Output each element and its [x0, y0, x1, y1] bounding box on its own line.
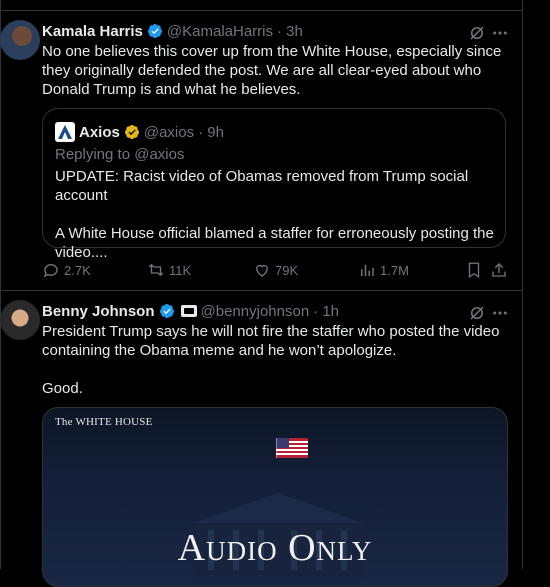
- affiliate-badge-icon: [180, 305, 197, 317]
- grok-icon[interactable]: [468, 24, 486, 42]
- tweet1-text: No one believes this cover up from the W…: [42, 43, 502, 98]
- flag-icon: [276, 438, 308, 458]
- divider-top: [0, 10, 523, 11]
- reply-count: 2.7K: [64, 262, 91, 278]
- quoted-tweet[interactable]: Axios @axios · 9h Replying to @axios UPD…: [42, 108, 506, 261]
- avatar-benny-johnson[interactable]: [0, 300, 40, 340]
- author-handle[interactable]: @bennyjohnson: [201, 303, 310, 320]
- views-button[interactable]: 1.7M: [358, 261, 409, 279]
- verified-badge-icon: [159, 304, 174, 319]
- repost-icon: [148, 263, 164, 277]
- media-title: Audio Only: [177, 527, 373, 569]
- divider: [0, 290, 523, 291]
- like-count: 79K: [275, 262, 299, 278]
- axios-logo-icon: [55, 122, 75, 142]
- more-icon[interactable]: [491, 24, 509, 42]
- views-icon: [361, 264, 374, 276]
- quote-text: UPDATE: Racist video of Obamas removed f…: [55, 168, 494, 261]
- reply-icon: [43, 264, 58, 278]
- views-count: 1.7M: [380, 262, 409, 278]
- more-icon[interactable]: [491, 304, 509, 322]
- quote-header: Axios @axios · 9h: [79, 122, 224, 142]
- tweet2-text: President Trump says he will not fire th…: [42, 323, 500, 397]
- replying-to: Replying to @axios: [55, 146, 184, 163]
- bookmark-icon[interactable]: [465, 261, 483, 279]
- reply-button[interactable]: 2.7K: [42, 261, 91, 279]
- column-border-left: [0, 0, 1, 569]
- replying-to-label: Replying to: [55, 146, 131, 163]
- share-icon[interactable]: [490, 261, 508, 279]
- column-border-right: [522, 0, 523, 569]
- tweet2-media[interactable]: The WHITE HOUSE Audio Only: [42, 407, 508, 587]
- author-name[interactable]: Benny Johnson: [42, 303, 155, 320]
- tweet2-header: Benny Johnson @bennyjohnson · 1h: [42, 301, 339, 321]
- replying-to-handle: @axios: [134, 146, 185, 163]
- page-edge: [545, 0, 550, 569]
- verified-badge-icon: [147, 24, 162, 39]
- media-label: The WHITE HOUSE: [55, 416, 153, 428]
- quote-author-name: Axios: [79, 123, 120, 141]
- tweet1-header: Kamala Harris @KamalaHarris · 3h: [42, 21, 303, 41]
- author-handle[interactable]: @KamalaHarris: [167, 23, 273, 40]
- repost-count: 11K: [169, 262, 192, 278]
- author-name[interactable]: Kamala Harris: [42, 23, 143, 40]
- avatar-kamala-harris[interactable]: [0, 20, 40, 60]
- grok-icon[interactable]: [468, 304, 486, 322]
- like-button[interactable]: 79K: [253, 261, 298, 279]
- like-icon: [256, 264, 268, 277]
- quote-time: · 9h: [198, 123, 224, 141]
- tweet-time[interactable]: · 1h: [313, 303, 339, 320]
- quote-author-handle: @axios: [143, 123, 195, 141]
- tweet-time[interactable]: · 3h: [277, 23, 303, 40]
- verified-badge-icon: [124, 125, 139, 140]
- tweet1-actions: 2.7K 11K 79K 1.7M: [42, 261, 510, 279]
- repost-button[interactable]: 11K: [147, 261, 191, 279]
